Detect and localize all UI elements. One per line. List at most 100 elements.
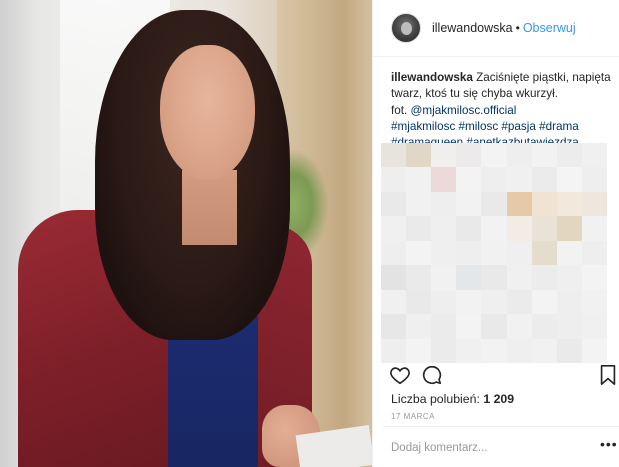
post-date: 17 MARCA bbox=[391, 412, 436, 421]
blur-cell bbox=[506, 167, 532, 192]
blur-cell bbox=[456, 240, 482, 266]
heart-icon[interactable] bbox=[389, 364, 411, 386]
blur-cell bbox=[581, 216, 607, 241]
comment-input[interactable]: Dodaj komentarz... bbox=[391, 442, 488, 454]
likes-label: Liczba polubień: bbox=[391, 392, 480, 406]
blur-cell bbox=[481, 240, 507, 266]
blur-cell bbox=[531, 216, 557, 241]
comment-icon[interactable] bbox=[421, 364, 443, 386]
blur-cell bbox=[481, 216, 507, 241]
blur-cell bbox=[406, 191, 432, 217]
blur-cell bbox=[531, 143, 557, 168]
blur-cell bbox=[556, 216, 582, 241]
post-header: illewandowska • Obserwuj bbox=[373, 0, 619, 57]
blur-cell bbox=[481, 265, 507, 290]
blur-cell bbox=[481, 289, 507, 315]
blur-cell bbox=[381, 314, 407, 339]
blur-cell bbox=[381, 191, 407, 217]
blur-cell bbox=[431, 143, 457, 168]
blur-cell bbox=[531, 289, 557, 315]
blur-cell bbox=[481, 191, 507, 217]
blur-cell bbox=[506, 289, 532, 315]
blur-cell bbox=[581, 240, 607, 266]
blur-cell bbox=[481, 314, 507, 339]
blur-cell bbox=[381, 167, 407, 192]
blur-cell bbox=[456, 314, 482, 339]
blur-cell bbox=[406, 265, 432, 290]
blur-cell bbox=[406, 240, 432, 266]
blur-cell bbox=[406, 216, 432, 241]
caption-photo-credit: fot. bbox=[391, 103, 411, 117]
blur-cell bbox=[531, 240, 557, 266]
blur-cell bbox=[506, 314, 532, 339]
blur-cell bbox=[556, 143, 582, 168]
blur-cell bbox=[556, 240, 582, 266]
blur-cell bbox=[506, 143, 532, 168]
bookmark-icon[interactable] bbox=[599, 364, 617, 386]
blur-cell bbox=[381, 216, 407, 241]
blur-cell bbox=[456, 265, 482, 290]
likes-count[interactable]: Liczba polubień: 1 209 bbox=[391, 392, 514, 406]
blur-cell bbox=[456, 167, 482, 192]
caption-hashtags-1[interactable]: #mjakmilosc #milosc #pasja #drama bbox=[391, 119, 609, 135]
blur-cell bbox=[581, 143, 607, 168]
blur-cell bbox=[406, 289, 432, 315]
blur-cell bbox=[531, 265, 557, 290]
blur-cell bbox=[581, 167, 607, 192]
caption-username[interactable]: illewandowska bbox=[391, 71, 473, 84]
blur-cell bbox=[456, 289, 482, 315]
blur-cell bbox=[381, 240, 407, 266]
blur-cell bbox=[481, 143, 507, 168]
caption: illewandowska Zaciśnięte piąstki, napięt… bbox=[373, 57, 619, 149]
blur-cell bbox=[456, 143, 482, 168]
blur-cell bbox=[456, 216, 482, 241]
blur-cell bbox=[506, 265, 532, 290]
caption-text-2: twarz, ktoś tu się chyba wkurzył. bbox=[391, 87, 558, 101]
face bbox=[160, 45, 255, 180]
likes-number: 1 209 bbox=[483, 392, 515, 406]
blur-cell bbox=[531, 191, 557, 217]
blur-cell bbox=[581, 265, 607, 290]
blur-cell bbox=[581, 289, 607, 315]
post-sidebar: illewandowska • Obserwuj illewandowska Z… bbox=[372, 0, 619, 467]
blur-cell bbox=[406, 143, 432, 168]
caption-text-1: Zaciśnięte piąstki, napięta bbox=[472, 71, 611, 84]
blur-cell bbox=[556, 191, 582, 217]
header-separator: • bbox=[515, 21, 520, 35]
post-photo bbox=[0, 0, 372, 467]
blur-cell bbox=[456, 191, 482, 217]
blur-cell bbox=[431, 265, 457, 290]
comments-blurred-area bbox=[381, 143, 607, 363]
instagram-post: illewandowska • Obserwuj illewandowska Z… bbox=[0, 0, 619, 467]
follow-button[interactable]: Obserwuj bbox=[523, 21, 576, 35]
blur-cell bbox=[481, 167, 507, 192]
blur-cell bbox=[381, 265, 407, 290]
blur-cell bbox=[431, 216, 457, 241]
action-bar bbox=[373, 360, 619, 392]
blur-cell bbox=[431, 289, 457, 315]
blur-cell bbox=[506, 216, 532, 241]
more-options-icon[interactable]: ••• bbox=[600, 436, 618, 452]
blur-cell bbox=[406, 167, 432, 192]
blur-cell bbox=[506, 240, 532, 266]
avatar[interactable] bbox=[391, 13, 421, 43]
blur-cell bbox=[581, 191, 607, 217]
neck bbox=[182, 170, 237, 245]
blur-cell bbox=[431, 314, 457, 339]
blur-cell bbox=[431, 167, 457, 192]
blur-cell bbox=[531, 314, 557, 339]
blur-cell bbox=[381, 143, 407, 168]
blur-cell bbox=[431, 240, 457, 266]
blur-cell bbox=[531, 167, 557, 192]
blur-cell bbox=[556, 167, 582, 192]
blur-cell bbox=[406, 314, 432, 339]
blur-cell bbox=[556, 289, 582, 315]
divider bbox=[383, 426, 619, 427]
header-username[interactable]: illewandowska bbox=[432, 21, 513, 35]
blur-cell bbox=[381, 289, 407, 315]
blur-cell bbox=[556, 314, 582, 339]
blur-cell bbox=[556, 265, 582, 290]
blur-cell bbox=[581, 314, 607, 339]
blur-cell bbox=[506, 191, 532, 217]
caption-mention-link[interactable]: @mjakmilosc.official bbox=[411, 104, 517, 117]
